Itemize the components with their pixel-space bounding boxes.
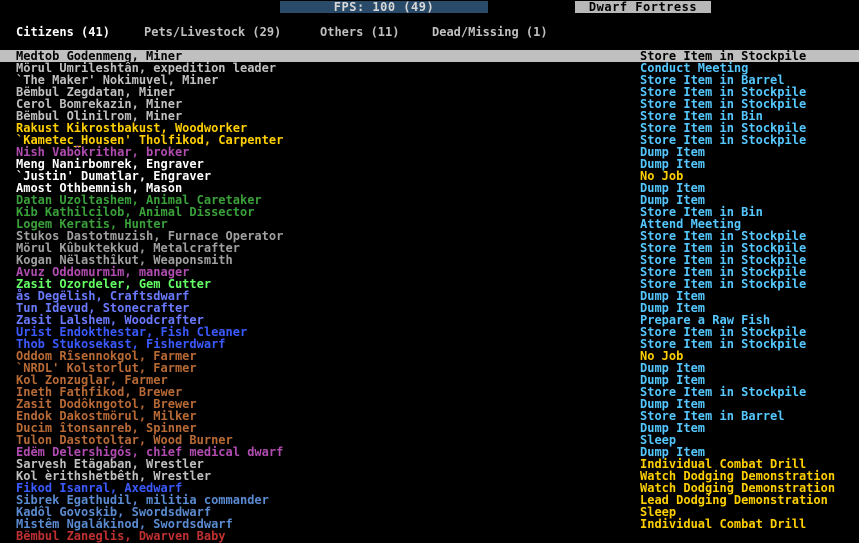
game-title: Dwarf Fortress	[575, 1, 711, 13]
unit-job: Individual Combat Drill	[640, 517, 807, 531]
tab-others[interactable]: Others (11)	[320, 25, 399, 39]
unit-name: Bëmbul Zaneglis, Dwarven Baby	[16, 529, 226, 543]
tab-dead-missing[interactable]: Dead/Missing (1)	[432, 25, 548, 39]
unit-list: Medtob Godenmeng, Miner Store Item in Sto…	[0, 50, 859, 542]
tab-citizens[interactable]: Citizens (41)	[16, 25, 110, 39]
top-bar: FPS: 100 (49) Dwarf Fortress	[0, 0, 859, 13]
tab-pets-livestock[interactable]: Pets/Livestock (29)	[144, 25, 281, 39]
unit-row[interactable]: Bëmbul Zaneglis, Dwarven Baby	[0, 530, 859, 542]
unit-tabs: Citizens (41) Pets/Livestock (29) Others…	[16, 25, 548, 39]
fps-counter: FPS: 100 (49)	[280, 1, 488, 13]
